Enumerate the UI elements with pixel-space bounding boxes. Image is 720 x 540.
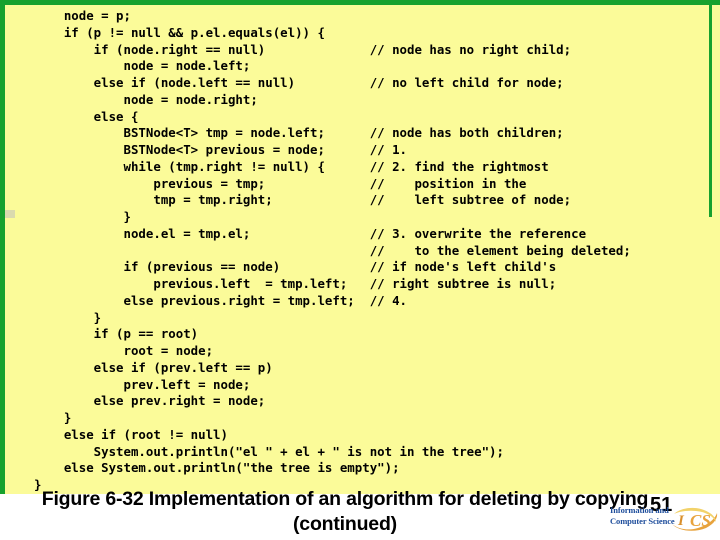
- organization-logo: Information and Computer Science CS I: [610, 504, 718, 536]
- figure-caption-line1: Figure 6-32 Implementation of an algorit…: [41, 488, 649, 510]
- code-listing-panel: node = p; if (p != null && p.el.equals(e…: [0, 0, 720, 494]
- panel-shadow: [5, 210, 15, 218]
- ics-logo-icon: CS I: [672, 507, 718, 531]
- source-code-listing: node = p; if (p != null && p.el.equals(e…: [34, 8, 631, 492]
- panel-right-border: [709, 5, 712, 217]
- figure-caption: Figure 6-32 Implementation of an algorit…: [0, 487, 690, 537]
- svg-text:CS: CS: [690, 511, 711, 530]
- figure-caption-line2: (continued): [293, 513, 397, 535]
- slide: node = p; if (p != null && p.el.equals(e…: [0, 0, 720, 540]
- svg-text:I: I: [677, 513, 685, 529]
